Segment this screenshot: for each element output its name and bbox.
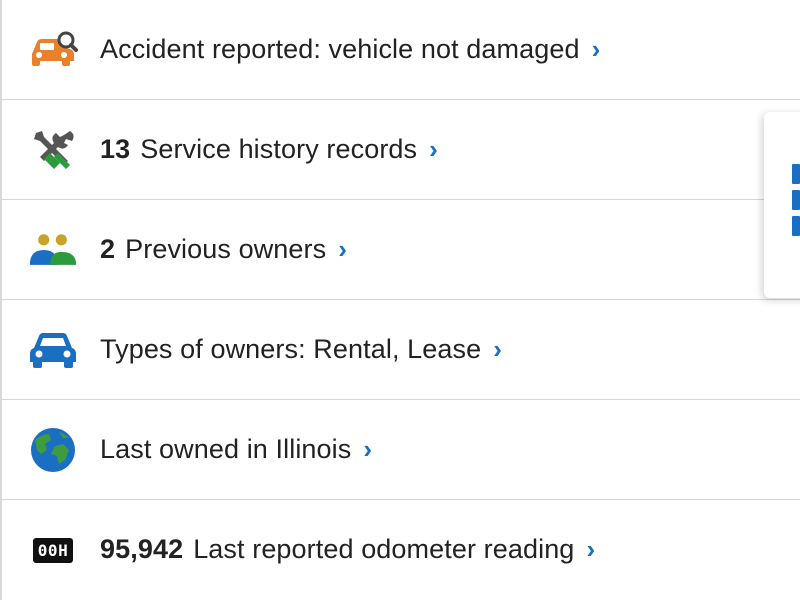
odometer-icon: 00H xyxy=(28,525,78,575)
odometer-badge: 00H xyxy=(32,537,74,563)
people-icon xyxy=(28,225,78,275)
row-text: 13 Service history records › xyxy=(100,133,438,164)
previous-owners-row[interactable]: 2 Previous owners › xyxy=(2,200,800,300)
row-text: Accident reported: vehicle not damaged › xyxy=(100,33,600,64)
odometer-row[interactable]: 00H 95,942 Last reported odometer reading… xyxy=(2,500,800,600)
vehicle-history-list: Accident reported: vehicle not damaged › … xyxy=(0,0,800,600)
row-label: Service history records xyxy=(140,133,418,164)
accident-report-row[interactable]: Accident reported: vehicle not damaged › xyxy=(2,0,800,100)
chevron-right-icon: › xyxy=(591,33,601,64)
service-history-row[interactable]: 13 Service history records › xyxy=(2,100,800,200)
row-label: Last reported odometer reading xyxy=(193,533,575,564)
last-owned-location-row[interactable]: Last owned in Illinois › xyxy=(2,400,800,500)
row-label: Previous owners xyxy=(125,233,327,264)
row-label: Accident reported: vehicle not damaged xyxy=(100,33,580,64)
floating-side-card[interactable] xyxy=(764,112,800,298)
row-count: 13 xyxy=(100,133,131,164)
car-icon xyxy=(28,325,78,375)
chevron-right-icon: › xyxy=(586,533,596,564)
chevron-right-icon: › xyxy=(363,433,373,464)
row-text: 2 Previous owners › xyxy=(100,233,347,264)
row-count: 95,942 xyxy=(100,533,184,564)
side-card-content xyxy=(792,164,800,242)
row-text: 95,942 Last reported odometer reading › xyxy=(100,534,595,565)
wrench-screwdriver-icon xyxy=(28,125,78,175)
chevron-right-icon: › xyxy=(338,233,347,264)
row-label: Last owned in Illinois xyxy=(100,433,352,464)
globe-icon xyxy=(28,425,78,475)
row-text: Types of owners: Rental, Lease › xyxy=(100,333,502,364)
owner-types-row[interactable]: Types of owners: Rental, Lease › xyxy=(2,300,800,400)
car-search-icon xyxy=(28,25,78,75)
row-label: Types of owners: Rental, Lease xyxy=(100,333,482,364)
chevron-right-icon: › xyxy=(493,333,502,364)
row-count: 2 xyxy=(100,233,116,264)
row-text: Last owned in Illinois › xyxy=(100,433,372,464)
chevron-right-icon: › xyxy=(429,133,438,164)
